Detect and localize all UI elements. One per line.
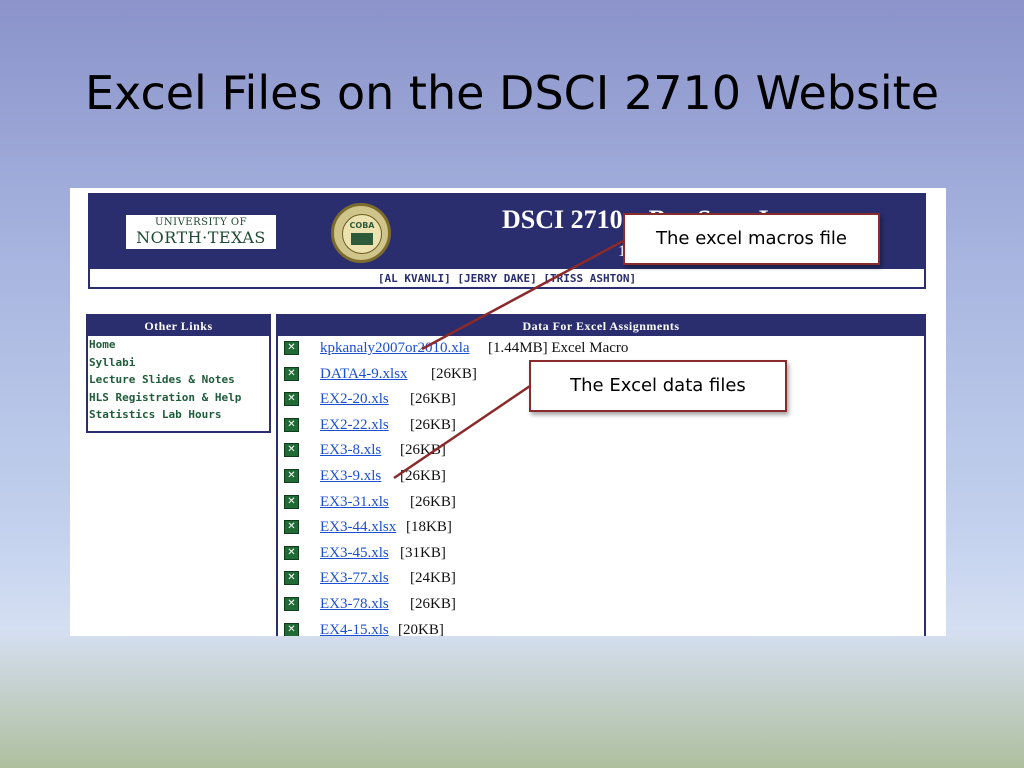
building-icon	[351, 233, 373, 245]
file-link[interactable]: EX3-31.xls	[320, 490, 389, 516]
sidebar-link-home[interactable]: Home	[88, 336, 269, 354]
sidebar-link-stats-lab-hours[interactable]: Statistics Lab Hours	[88, 406, 269, 424]
file-size: [26KB]	[410, 595, 456, 612]
coba-seal-inner: COBA	[342, 214, 382, 254]
file-size: [26KB]	[431, 365, 477, 382]
coba-seal-logo[interactable]: COBA	[331, 203, 391, 263]
excel-file-icon[interactable]: ✕	[284, 417, 299, 432]
file-size: [26KB]	[410, 493, 456, 510]
sidebar-heading: Other Links	[88, 316, 269, 336]
file-size: [26KB]	[410, 391, 456, 408]
excel-file-icon[interactable]: ✕	[284, 596, 299, 611]
file-row: ✕ EX3-8.xls [26KB]	[278, 438, 924, 464]
file-size: [26KB]	[400, 467, 446, 484]
file-link[interactable]: kpkanaly2007or2010.xla	[320, 336, 470, 362]
file-row: ✕ kpkanaly2007or2010.xla [1.44MB] Excel …	[278, 336, 924, 362]
file-size: [31KB]	[400, 544, 446, 561]
file-size: [26KB]	[400, 442, 446, 459]
file-row: ✕ EX3-9.xls [26KB]	[278, 464, 924, 490]
file-size: [26KB]	[410, 416, 456, 433]
file-row: ✕ EX3-44.xlsx [18KB]	[278, 515, 924, 541]
sidebar-link-syllabi[interactable]: Syllabi	[88, 354, 269, 372]
file-size: [20KB]	[398, 621, 444, 636]
excel-file-icon[interactable]: ✕	[284, 520, 299, 535]
file-row: ✕ EX3-31.xls [26KB]	[278, 490, 924, 516]
excel-file-icon[interactable]: ✕	[284, 468, 299, 483]
unt-logo[interactable]: UNIVERSITY OF NORTH·TEXAS	[126, 215, 276, 249]
file-size: [1.44MB] Excel Macro	[488, 340, 629, 356]
excel-file-icon[interactable]: ✕	[284, 443, 299, 458]
file-link[interactable]: DATA4-9.xlsx	[320, 362, 408, 388]
file-link[interactable]: EX3-8.xls	[320, 438, 381, 464]
instructor-links[interactable]: [AL KVANLI] [JERRY DAKE] [TRISS ASHTON]	[90, 272, 924, 285]
file-row: ✕ EX2-22.xls [26KB]	[278, 413, 924, 439]
sidebar-other-links: Other Links Home Syllabi Lecture Slides …	[86, 314, 271, 433]
file-size: [24KB]	[410, 570, 456, 587]
callout-macros-file: The excel macros file	[623, 213, 880, 265]
file-link[interactable]: EX3-44.xlsx	[320, 515, 396, 541]
file-link[interactable]: EX2-20.xls	[320, 387, 389, 413]
file-row: ✕ EX3-78.xls [26KB]	[278, 592, 924, 618]
file-row: ✕ EX3-77.xls [24KB]	[278, 566, 924, 592]
sidebar-link-lecture-slides[interactable]: Lecture Slides & Notes	[88, 371, 269, 389]
excel-file-icon[interactable]: ✕	[284, 622, 299, 636]
excel-file-icon[interactable]: ✕	[284, 545, 299, 560]
excel-file-icon[interactable]: ✕	[284, 366, 299, 381]
data-panel-heading: Data For Excel Assignments	[278, 316, 924, 336]
file-link[interactable]: EX3-77.xls	[320, 566, 389, 592]
file-row: ✕ EX4-15.xls [20KB]	[278, 618, 924, 636]
file-link[interactable]: EX4-15.xls	[320, 618, 389, 636]
file-link[interactable]: EX3-78.xls	[320, 592, 389, 618]
excel-file-icon[interactable]: ✕	[284, 392, 299, 407]
callout-data-files: The Excel data files	[529, 360, 787, 412]
file-link[interactable]: EX2-22.xls	[320, 413, 389, 439]
unt-logo-line1: UNIVERSITY OF	[154, 217, 248, 228]
coba-seal-text: COBA	[349, 221, 375, 230]
file-link[interactable]: EX3-9.xls	[320, 464, 381, 490]
file-link[interactable]: EX3-45.xls	[320, 541, 389, 567]
unt-logo-line2: NORTH·TEXAS	[136, 228, 266, 247]
sidebar-link-hls-registration[interactable]: HLS Registration & Help	[88, 389, 269, 407]
excel-file-icon[interactable]: ✕	[284, 341, 299, 355]
slide-title: Excel Files on the DSCI 2710 Website	[84, 66, 940, 120]
excel-file-icon[interactable]: ✕	[284, 571, 299, 586]
file-size: [18KB]	[406, 519, 452, 536]
excel-file-icon[interactable]: ✕	[284, 494, 299, 509]
file-row: ✕ EX3-45.xls [31KB]	[278, 541, 924, 567]
